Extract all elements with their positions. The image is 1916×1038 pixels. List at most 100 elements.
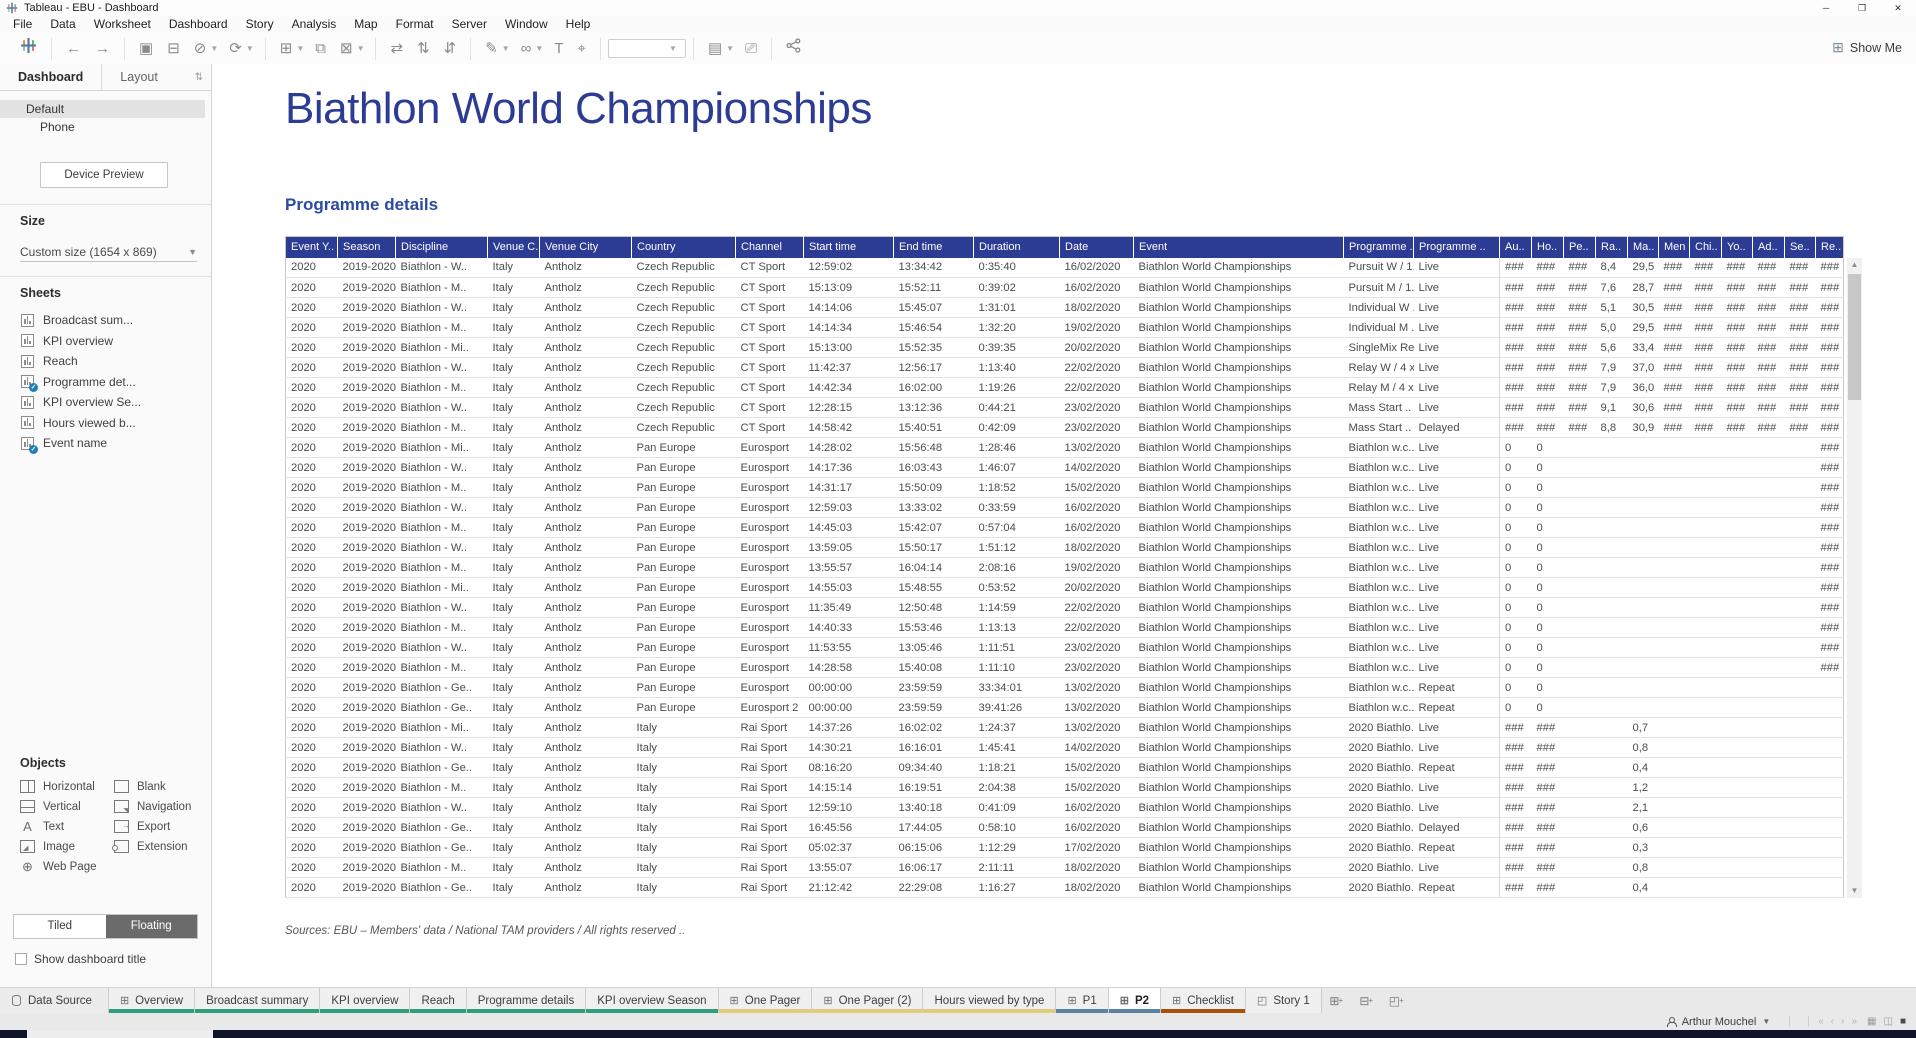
cell[interactable]: Biathlon - W.. <box>395 497 488 518</box>
cell[interactable]: 14:31:17 <box>803 477 894 498</box>
cell[interactable]: ### <box>1784 297 1816 318</box>
cell[interactable]: Rai Sport <box>735 717 804 738</box>
cell[interactable]: Biathlon World Championships <box>1133 297 1344 318</box>
cell[interactable]: CT Sport <box>735 357 804 378</box>
cell[interactable]: 22/02/2020 <box>1059 377 1134 398</box>
cell[interactable]: 2019-2020 <box>337 577 396 598</box>
cell[interactable]: 0 <box>1531 657 1564 678</box>
cell[interactable]: ### <box>1563 277 1596 298</box>
cell[interactable]: Antholz <box>539 597 632 618</box>
cell[interactable] <box>1689 617 1722 638</box>
minimize-icon[interactable]: ─ <box>1808 0 1844 16</box>
menu-server[interactable]: Server <box>443 16 496 33</box>
cell[interactable]: Delayed <box>1413 817 1500 838</box>
tableau-logo-icon[interactable] <box>13 37 44 61</box>
cell[interactable]: 15/02/2020 <box>1059 477 1134 498</box>
cell[interactable]: Live <box>1413 497 1500 518</box>
cell[interactable] <box>1689 677 1722 698</box>
cell[interactable]: Antholz <box>539 317 632 338</box>
cell[interactable]: 0 <box>1531 497 1564 518</box>
cell[interactable]: 2019-2020 <box>337 737 396 758</box>
cell[interactable]: Antholz <box>539 557 632 578</box>
cell[interactable]: 2020 <box>285 537 338 558</box>
cell[interactable]: 17/02/2020 <box>1059 837 1134 858</box>
cell[interactable] <box>1658 497 1690 518</box>
cell[interactable]: Biathlon - Ge.. <box>395 677 488 698</box>
cell[interactable]: Pan Europe <box>631 597 736 618</box>
tab-one-pager-2[interactable]: ⊞ One Pager (2) <box>812 988 924 1013</box>
column-header-duration[interactable]: Duration <box>973 236 1060 258</box>
cell[interactable]: Eurosport <box>735 497 804 518</box>
cell[interactable]: Italy <box>487 557 540 578</box>
cell[interactable]: 1:46:07 <box>973 457 1060 478</box>
cell[interactable]: Live <box>1413 737 1500 758</box>
cell[interactable] <box>1752 457 1785 478</box>
cell[interactable]: 18/02/2020 <box>1059 877 1134 898</box>
cell[interactable] <box>1752 617 1785 638</box>
show-mark-labels-icon[interactable]: T <box>547 38 570 60</box>
cell[interactable]: Biathlon w.c.. <box>1343 437 1414 458</box>
cell[interactable]: ### <box>1815 517 1844 538</box>
cell[interactable] <box>1595 777 1628 798</box>
cell[interactable]: Antholz <box>539 857 632 878</box>
cell[interactable]: Relay M / 4 x .. <box>1343 377 1414 398</box>
cell[interactable]: ### <box>1499 797 1532 818</box>
cell[interactable]: Biathlon World Championships <box>1133 777 1344 798</box>
cell[interactable]: Antholz <box>539 537 632 558</box>
cell[interactable]: ### <box>1499 837 1532 858</box>
cell[interactable]: Italy <box>487 537 540 558</box>
cell[interactable]: Pan Europe <box>631 537 736 558</box>
cell[interactable]: ### <box>1752 277 1785 298</box>
cell[interactable]: 0 <box>1531 437 1564 458</box>
scroll-down-icon[interactable]: ▼ <box>1847 884 1862 898</box>
cell[interactable]: 2020 <box>285 657 338 678</box>
cell[interactable]: ### <box>1499 717 1532 738</box>
column-header-men[interactable]: Men <box>1658 236 1690 258</box>
cell[interactable]: ### <box>1815 277 1844 298</box>
cell[interactable]: 13:59:05 <box>803 537 894 558</box>
cell[interactable]: Czech Republic <box>631 397 736 418</box>
cell[interactable]: Italy <box>631 877 736 898</box>
cell[interactable]: Biathlon World Championships <box>1133 497 1344 518</box>
cell[interactable] <box>1658 757 1690 778</box>
cell[interactable]: Italy <box>487 877 540 898</box>
cell[interactable]: ### <box>1815 617 1844 638</box>
cell[interactable]: 16:06:17 <box>893 857 974 878</box>
cell[interactable]: 2020 Biathlo.. <box>1343 817 1414 838</box>
cell[interactable] <box>1752 877 1785 898</box>
cell[interactable]: Pan Europe <box>631 577 736 598</box>
cell[interactable]: Biathlon - Ge.. <box>395 757 488 778</box>
cell[interactable] <box>1595 717 1628 738</box>
cell[interactable] <box>1689 737 1722 758</box>
cell[interactable]: Repeat <box>1413 697 1500 718</box>
cell[interactable]: Antholz <box>539 877 632 898</box>
cell[interactable] <box>1721 877 1753 898</box>
cell[interactable] <box>1595 797 1628 818</box>
cell[interactable]: Rai Sport <box>735 857 804 878</box>
cell[interactable]: 14:15:14 <box>803 777 894 798</box>
cell[interactable]: 2019-2020 <box>337 817 396 838</box>
cell[interactable]: CT Sport <box>735 417 804 438</box>
cell[interactable]: ### <box>1815 557 1844 578</box>
cell[interactable]: Individual M .. <box>1343 317 1414 338</box>
chevron-down-icon[interactable]: ▼ <box>726 44 738 53</box>
cell[interactable]: 0 <box>1499 597 1532 618</box>
cell[interactable]: 0 <box>1531 457 1564 478</box>
cell[interactable]: 2019-2020 <box>337 597 396 618</box>
chevron-down-icon[interactable]: ▼ <box>535 44 547 53</box>
cell[interactable] <box>1595 637 1628 658</box>
cell[interactable]: 14:40:33 <box>803 617 894 638</box>
cell[interactable]: Biathlon w.c.. <box>1343 537 1414 558</box>
cell[interactable]: 2019-2020 <box>337 517 396 538</box>
cell[interactable] <box>1595 737 1628 758</box>
cell[interactable]: 2020 <box>285 317 338 338</box>
cell[interactable] <box>1689 717 1722 738</box>
cell[interactable]: Italy <box>487 357 540 378</box>
cell[interactable] <box>1563 617 1596 638</box>
cell[interactable]: Antholz <box>539 637 632 658</box>
cell[interactable]: Czech Republic <box>631 357 736 378</box>
cell[interactable]: Biathlon - Ge.. <box>395 837 488 858</box>
cell[interactable] <box>1627 497 1659 518</box>
cell[interactable] <box>1658 657 1690 678</box>
cell[interactable]: 2019-2020 <box>337 317 396 338</box>
